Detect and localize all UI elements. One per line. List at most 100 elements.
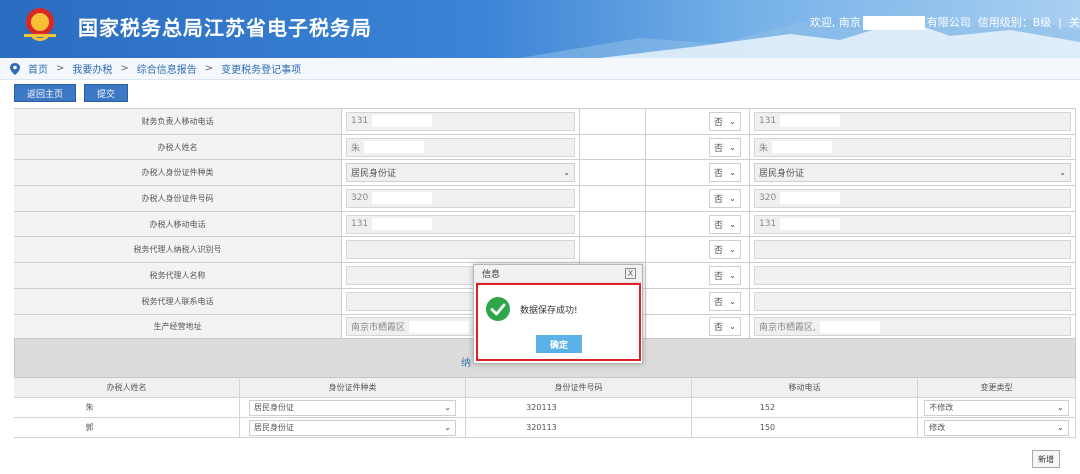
breadcrumb: 首页 > 我要办税 > 综合信息报告 > 变更税务登记事项 <box>0 58 1080 80</box>
col-phone: 移动电话 <box>692 378 918 397</box>
spacer-cell <box>580 237 646 263</box>
location-pin-icon <box>10 62 20 75</box>
change-flag-select[interactable]: 否 ⌄ <box>709 317 741 337</box>
masked-value <box>560 402 631 413</box>
flag-value: 否 <box>714 323 724 334</box>
flag-cell: 否 ⌄ <box>646 109 750 134</box>
crumb-sep: > <box>204 63 214 74</box>
change-flag-select[interactable]: 否 ⌄ <box>709 188 741 208</box>
new-cell: 320 <box>750 186 1076 211</box>
back-home-button[interactable]: 返回主页 <box>14 84 77 102</box>
new-input[interactable]: 131 <box>754 111 1071 131</box>
col-change: 变更类型 <box>918 378 1076 397</box>
col-name: 办税人姓名 <box>14 378 240 397</box>
change-flag-select[interactable]: 否 ⌄ <box>709 137 741 157</box>
separator: | <box>1058 16 1062 29</box>
new-input[interactable] <box>754 265 1071 285</box>
idtype-text: 居民身份证 <box>254 403 294 412</box>
orig-select[interactable]: 居民身份证 ⌄ <box>346 163 575 183</box>
flag-value: 否 <box>714 220 724 231</box>
field-label: 财务负责人移动电话 <box>14 109 342 134</box>
crumb-tax[interactable]: 我要办税 <box>72 61 112 76</box>
orig-input[interactable]: 朱 <box>346 137 575 157</box>
masked-value <box>97 422 168 433</box>
masked-name <box>862 16 925 30</box>
orig-cell: 131 <box>342 211 580 237</box>
cell-phone[interactable]: 150 <box>692 418 918 437</box>
orig-cell: 居民身份证 ⌄ <box>342 160 580 186</box>
masked-value <box>780 115 841 128</box>
new-cell: 朱 <box>750 134 1076 160</box>
field-label: 办税人身份证件号码 <box>14 186 342 211</box>
crumb-sep: > <box>56 63 65 74</box>
form-row: 办税人移动电话 131 否 ⌄ 131 <box>14 211 1076 238</box>
chevron-down-icon: ⌄ <box>444 423 451 432</box>
crumb-home[interactable]: 首页 <box>28 61 48 76</box>
cell-phone[interactable]: 152 <box>692 398 918 417</box>
new-value: 南京市栖霞区, <box>759 323 816 334</box>
new-input[interactable] <box>754 240 1071 260</box>
col-idtype: 身份证件种类 <box>240 378 466 397</box>
new-cell <box>750 263 1076 288</box>
orig-input[interactable]: 320 <box>346 188 575 208</box>
new-input[interactable]: 320 <box>754 188 1071 208</box>
chevron-down-icon: ⌄ <box>729 193 736 203</box>
change-flag-select[interactable]: 否 ⌄ <box>709 214 741 234</box>
cell-change: 修改 ⌄ <box>918 418 1076 437</box>
new-input[interactable] <box>754 291 1071 311</box>
new-cell: 南京市栖霞区, <box>750 314 1076 340</box>
idno-text: 320113 <box>526 423 557 432</box>
cell-idno[interactable]: 320113 <box>466 398 692 417</box>
idno-text: 320113 <box>526 403 557 412</box>
close-link[interactable]: 关 <box>1069 16 1080 29</box>
orig-input[interactable]: 131 <box>346 214 575 234</box>
idtype-text: 居民身份证 <box>254 423 294 432</box>
change-flag-select[interactable]: 否 ⌄ <box>709 163 741 183</box>
idtype-select[interactable]: 居民身份证 ⌄ <box>249 419 456 436</box>
chevron-down-icon: ⌄ <box>1059 168 1066 178</box>
orig-input[interactable] <box>346 240 575 260</box>
cell-idno[interactable]: 320113 <box>466 418 692 437</box>
new-input[interactable]: 南京市栖霞区, <box>754 317 1071 337</box>
close-icon[interactable]: X <box>625 268 636 279</box>
credit-level: 信用级别：B级 <box>977 16 1052 29</box>
chevron-down-icon: ⌄ <box>444 403 451 412</box>
spacer-cell <box>580 134 646 160</box>
orig-cell <box>342 237 580 263</box>
chevron-down-icon: ⌄ <box>729 245 736 255</box>
new-cell: 居民身份证 ⌄ <box>750 160 1076 186</box>
name-text: 朱 <box>85 403 94 412</box>
chevron-down-icon: ⌄ <box>729 168 736 178</box>
field-label: 税务代理人名称 <box>14 263 342 288</box>
flag-cell: 否 ⌄ <box>646 263 750 288</box>
crumb-current[interactable]: 变更税务登记事项 <box>221 61 301 76</box>
flag-value: 否 <box>714 246 724 257</box>
add-row-button[interactable]: 新增 <box>1032 450 1060 468</box>
chevron-down-icon: ⌄ <box>1057 403 1064 412</box>
new-value: 居民身份证 <box>759 169 805 180</box>
form-row: 办税人身份证件号码 320 否 ⌄ 320 <box>14 186 1076 212</box>
new-input[interactable]: 朱 <box>754 137 1071 157</box>
header-banner: 国家税务总局江苏省电子税务局 欢迎, 南京 有限公司 信用级别：B级 | 关 <box>0 0 1080 58</box>
orig-input[interactable]: 131 <box>346 111 575 131</box>
change-flag-select[interactable]: 否 ⌄ <box>709 111 741 131</box>
crumb-report[interactable]: 综合信息报告 <box>137 61 197 76</box>
spacer-cell <box>580 186 646 211</box>
agent-table: 办税人姓名 身份证件种类 身份证件号码 移动电话 变更类型 朱 居民身份证 ⌄ 3… <box>14 378 1076 438</box>
change-type-select[interactable]: 修改 ⌄ <box>924 419 1069 436</box>
submit-button[interactable]: 提交 <box>84 84 129 102</box>
page-title: 国家税务总局江苏省电子税务局 <box>78 16 372 40</box>
change-type-select[interactable]: 不修改 ⌄ <box>924 399 1069 416</box>
change-flag-select[interactable]: 否 ⌄ <box>709 291 741 311</box>
dialog-title: 信息 <box>482 270 501 280</box>
flag-cell: 否 ⌄ <box>646 211 750 237</box>
orig-value: 南京市栖霞区 <box>351 323 406 334</box>
idtype-select[interactable]: 居民身份证 ⌄ <box>249 399 456 416</box>
new-select[interactable]: 居民身份证 ⌄ <box>754 163 1071 183</box>
masked-value <box>779 422 850 433</box>
chevron-down-icon: ⌄ <box>563 168 570 178</box>
field-label: 办税人移动电话 <box>14 211 342 237</box>
change-flag-select[interactable]: 否 ⌄ <box>709 240 741 260</box>
change-flag-select[interactable]: 否 ⌄ <box>709 265 741 285</box>
new-input[interactable]: 131 <box>754 214 1071 234</box>
